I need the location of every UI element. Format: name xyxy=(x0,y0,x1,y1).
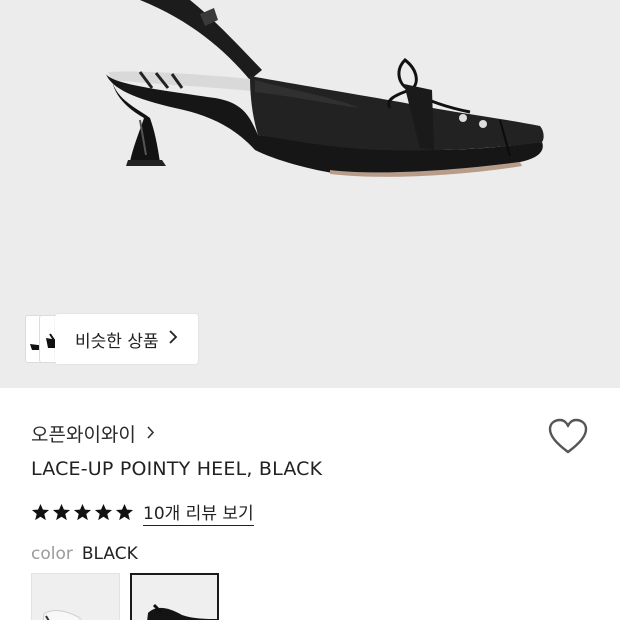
star-icon xyxy=(73,503,92,521)
black-heel-thumbnail xyxy=(147,603,217,620)
heart-outline-icon xyxy=(548,418,588,454)
chevron-right-icon xyxy=(168,329,178,349)
reviews-link[interactable]: 10개 리뷰 보기 xyxy=(143,499,254,526)
brand-link[interactable]: 오픈와이와이 xyxy=(31,420,155,447)
star-icon xyxy=(115,503,134,521)
color-swatch-white[interactable] xyxy=(31,573,120,620)
star-rating xyxy=(31,503,134,522)
color-option-row: color BLACK xyxy=(31,544,138,564)
similar-products-button[interactable]: 비슷한 상품 xyxy=(55,314,198,364)
wishlist-heart-button[interactable] xyxy=(548,418,588,456)
brand-name: 오픈와이와이 xyxy=(31,424,136,446)
color-swatch-black[interactable] xyxy=(130,573,219,620)
similar-products-chip[interactable]: 비슷한 상품 xyxy=(25,314,198,364)
rating-row: 10개 리뷰 보기 xyxy=(31,499,254,526)
color-value: BLACK xyxy=(81,544,138,564)
chevron-right-icon xyxy=(146,425,155,443)
product-image-area[interactable]: 비슷한 상품 xyxy=(0,0,620,388)
similar-products-label: 비슷한 상품 xyxy=(75,331,159,352)
product-title: LACE-UP POINTY HEEL, BLACK xyxy=(31,458,323,480)
color-label: color xyxy=(31,544,73,564)
star-icon xyxy=(52,503,71,521)
star-icon xyxy=(31,503,50,521)
star-icon xyxy=(94,503,113,521)
white-heel-thumbnail xyxy=(42,610,81,620)
